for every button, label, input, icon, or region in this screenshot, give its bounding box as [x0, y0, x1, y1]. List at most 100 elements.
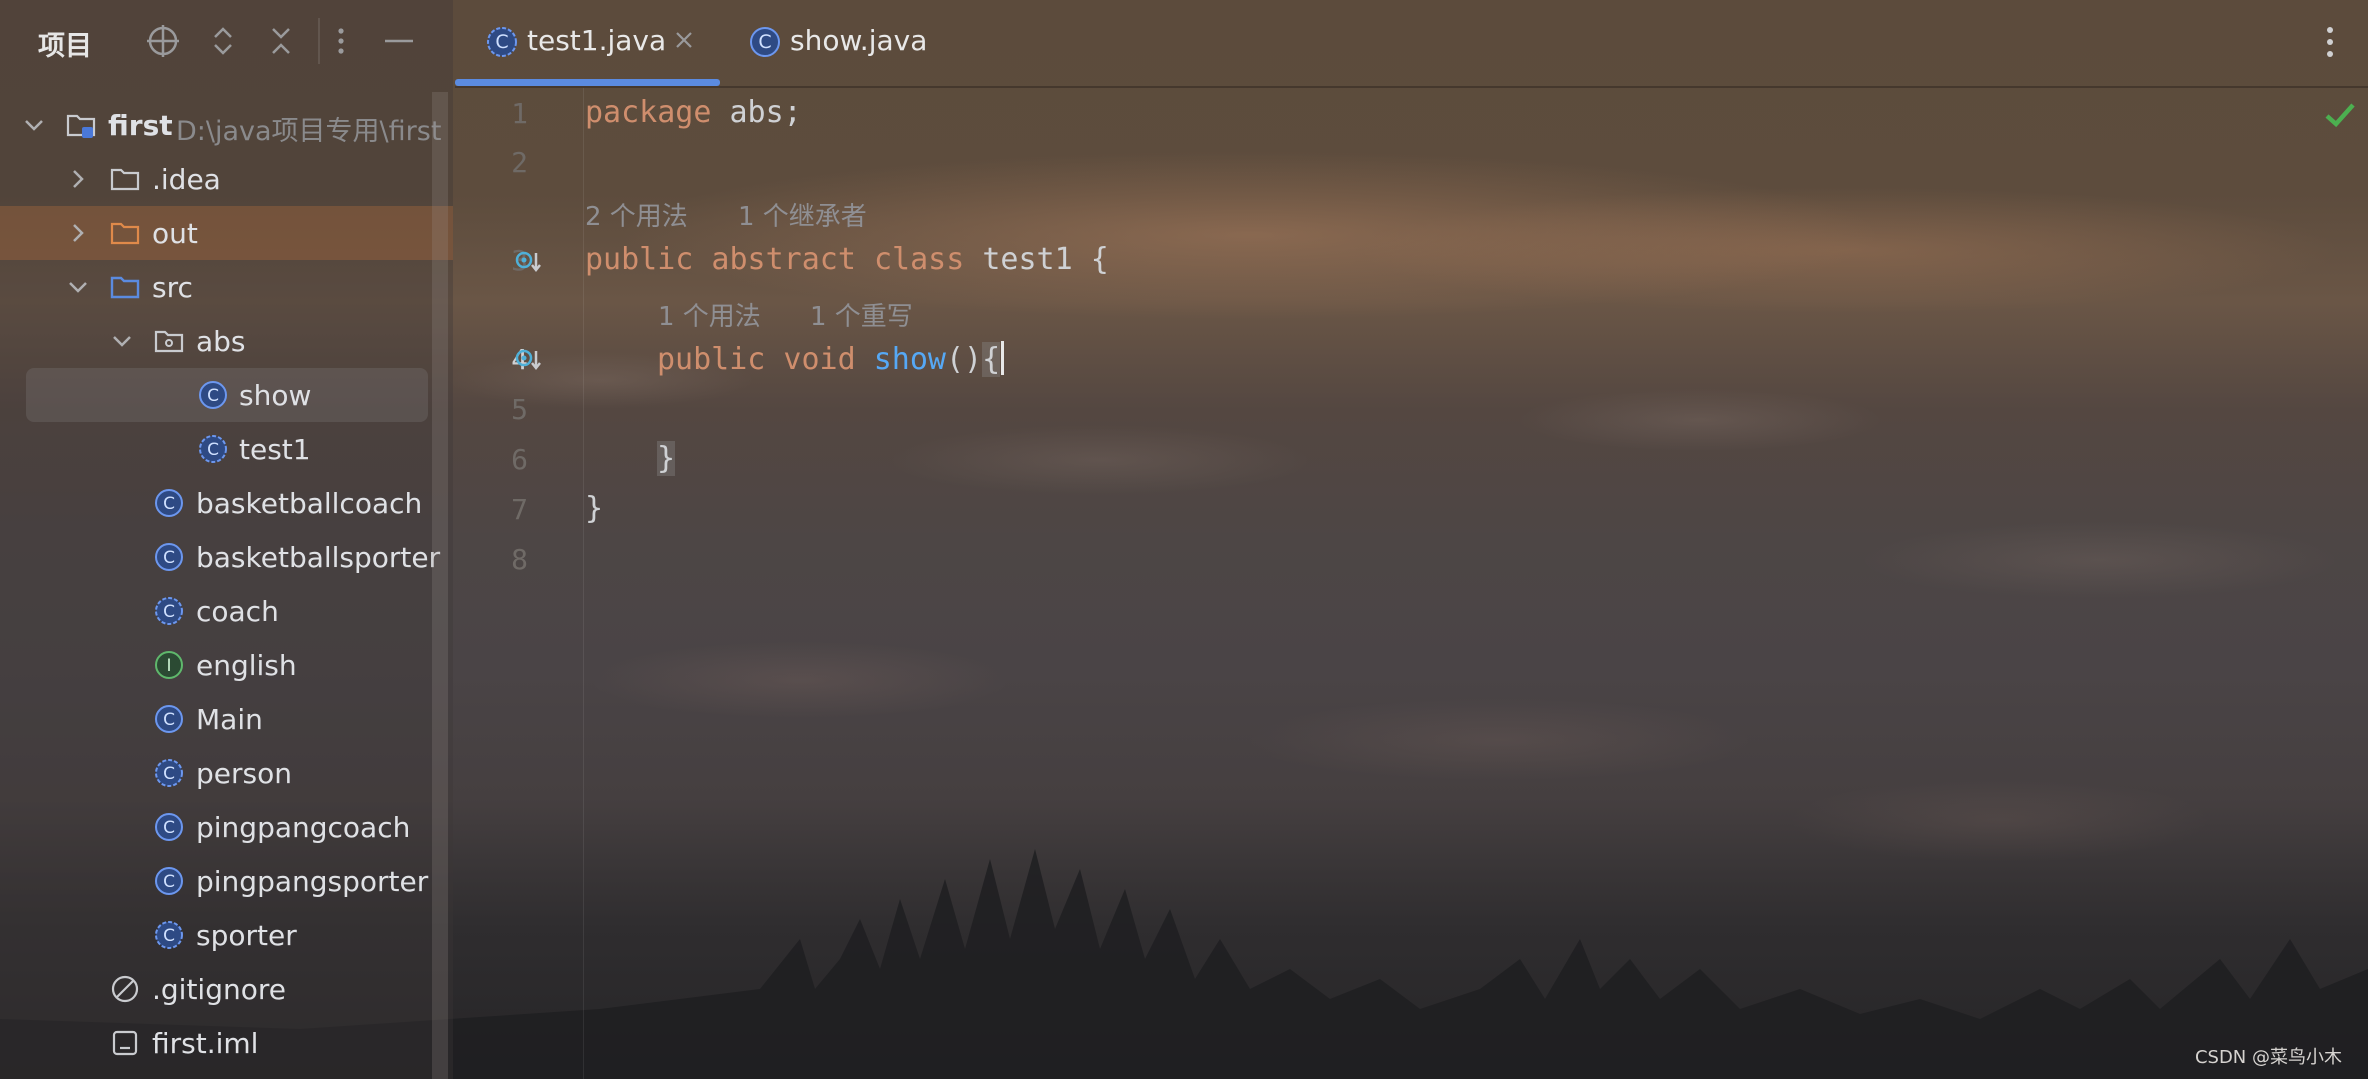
tab-label: show.java [790, 24, 928, 57]
collapse-all-icon[interactable] [262, 22, 300, 60]
tree-node-label: .idea [152, 163, 221, 196]
abstract-class-icon: C [155, 921, 183, 949]
code-line-1[interactable]: package abs; [585, 95, 802, 130]
tree-node-person[interactable]: C person [0, 746, 453, 800]
tab-label: test1.java [527, 24, 667, 57]
svg-text:C: C [163, 710, 175, 730]
sidebar-title: 项目 [38, 31, 92, 62]
chevron-down-icon[interactable] [66, 275, 90, 299]
chevron-right-icon[interactable] [66, 221, 90, 245]
keyword: public abstract class [585, 242, 965, 277]
tree-node-main[interactable]: C Main [0, 692, 453, 746]
keyword: package [585, 95, 712, 130]
chevron-down-icon[interactable] [22, 113, 46, 137]
line-number: 8 [511, 543, 528, 576]
tree-node-first[interactable]: first D:\java项目专用\first [0, 98, 453, 152]
code-text: } [585, 491, 604, 526]
module-folder-icon [66, 114, 96, 138]
text-caret [1001, 341, 1005, 375]
no-problems-check-icon[interactable] [2322, 98, 2358, 132]
tab-test1-java[interactable]: C test1.java [455, 0, 720, 86]
overrides-hint[interactable]: 1 个重写 [810, 296, 913, 333]
tree-node-english[interactable]: I english [0, 638, 453, 692]
active-tab-indicator [455, 79, 720, 86]
class-icon: C [750, 27, 780, 57]
chevron-right-icon[interactable] [66, 167, 90, 191]
tree-node-label: english [196, 649, 297, 682]
tree-node-label: pingpangcoach [196, 811, 411, 844]
ignored-file-icon [111, 975, 139, 1003]
header-separator [318, 18, 320, 64]
minimize-icon[interactable] [380, 22, 418, 60]
tab-show-java[interactable]: C show.java [740, 0, 940, 86]
code-text: () [946, 342, 983, 377]
line-number: 5 [511, 393, 528, 426]
watermark: CSDN @菜鸟小木 [2194, 1047, 2342, 1068]
code-text: test1 { [964, 242, 1109, 277]
source-folder-icon [110, 276, 140, 299]
svg-text:C: C [163, 818, 175, 838]
inheritors-hint[interactable]: 1 个继承者 [738, 196, 867, 233]
tree-node-gitignore[interactable]: .gitignore [0, 962, 453, 1016]
tree-node-test1[interactable]: C test1 [0, 422, 453, 476]
matched-brace: { [982, 342, 1001, 377]
abstract-class-icon: C [487, 27, 517, 57]
tree-node-idea[interactable]: .idea [0, 152, 453, 206]
line-number: 7 [511, 493, 528, 526]
svg-text:C: C [207, 440, 219, 460]
package-icon [154, 330, 184, 353]
svg-text:C: C [163, 548, 175, 568]
tree-node-out[interactable]: out [0, 206, 453, 260]
tree-node-label: pingpangsporter [196, 865, 429, 898]
code-line-4[interactable]: public void show(){ [657, 341, 1005, 377]
sidebar-scrollbar[interactable] [432, 92, 448, 1079]
tree-node-abs[interactable]: abs [0, 314, 453, 368]
overridden-marker-icon[interactable] [513, 345, 543, 375]
more-options-icon[interactable] [2318, 22, 2342, 62]
tree-node-label: src [152, 271, 193, 304]
tree-node-label: first.iml [152, 1027, 259, 1060]
class-icon: C [155, 867, 183, 895]
close-icon[interactable] [669, 25, 699, 55]
svg-text:C: C [163, 494, 175, 514]
tree-node-label: first [108, 109, 173, 142]
expand-all-icon[interactable] [204, 22, 242, 60]
tree-node-sporter[interactable]: C sporter [0, 908, 453, 962]
abstract-class-icon: C [155, 759, 183, 787]
code-line-6[interactable]: } [657, 441, 676, 476]
usages-hint[interactable]: 2 个用法 [585, 196, 688, 233]
tree-node-label: out [152, 217, 198, 250]
tree-node-label: abs [196, 325, 246, 358]
svg-text:C: C [163, 872, 175, 892]
tree-node-pingpangcoach[interactable]: C pingpangcoach [0, 800, 453, 854]
excluded-folder-icon [110, 222, 140, 245]
svg-text:C: C [495, 31, 508, 53]
tree-node-first-iml[interactable]: first.iml [0, 1016, 453, 1070]
svg-text:I: I [166, 656, 171, 676]
abstract-class-icon: C [155, 597, 183, 625]
tree-node-label: Main [196, 703, 263, 736]
tree-node-pingpangsporter[interactable]: C pingpangsporter [0, 854, 453, 908]
tree-node-label: person [196, 757, 292, 790]
tree-node-basketballsporter[interactable]: C basketballsporter [0, 530, 453, 584]
code-line-7[interactable]: } [585, 491, 603, 526]
usages-hint[interactable]: 1 个用法 [658, 296, 761, 333]
code-text: abs; [711, 95, 802, 130]
code-line-3[interactable]: public abstract class test1 { [585, 242, 1109, 277]
tree-node-basketballcoach[interactable]: C basketballcoach [0, 476, 453, 530]
class-icon: C [155, 543, 183, 571]
method-name: show [855, 342, 946, 377]
chevron-down-icon[interactable] [110, 329, 134, 353]
tree-node-show[interactable]: C show [0, 368, 453, 422]
tree-node-coach[interactable]: C coach [0, 584, 453, 638]
abstract-class-icon: C [199, 435, 227, 463]
line-number: 6 [511, 443, 528, 476]
line-number: 2 [511, 146, 528, 179]
options-kebab-icon[interactable] [322, 22, 360, 60]
locate-icon[interactable] [144, 22, 182, 60]
project-path: D:\java项目专用\first [176, 116, 442, 147]
tree-node-label: basketballcoach [196, 487, 423, 520]
svg-text:C: C [163, 764, 175, 784]
tree-node-src[interactable]: src [0, 260, 453, 314]
implemented-marker-icon[interactable] [513, 247, 543, 277]
